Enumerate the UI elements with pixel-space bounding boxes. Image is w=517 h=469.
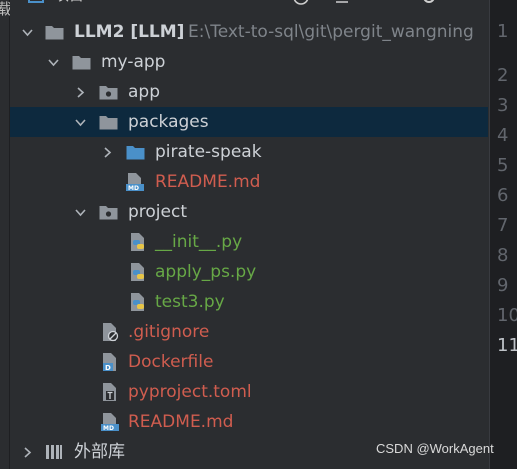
tree-row-my-app[interactable]: my-app <box>10 47 488 77</box>
tree-label-project: project <box>128 202 188 222</box>
line-number: 1 <box>497 21 509 42</box>
svg-text:MD: MD <box>128 185 139 192</box>
tree-label-readme: README.md <box>128 412 234 432</box>
module-folder-icon <box>98 77 118 107</box>
markdown-file-icon: MD <box>100 407 120 437</box>
chevron-right-icon[interactable] <box>19 437 35 467</box>
tree-label-test3: test3.py <box>155 292 225 312</box>
tree-row-packages[interactable]: packages <box>10 107 488 137</box>
folder-icon <box>98 107 118 137</box>
tree-row-test3[interactable]: test3.py <box>10 287 488 317</box>
tree-label-my-app: my-app <box>101 52 166 72</box>
package-folder-icon <box>125 137 145 167</box>
tree-row-apply-ps[interactable]: apply_ps.py <box>10 257 488 287</box>
tree-row-packages-readme[interactable]: MD README.md <box>10 167 488 197</box>
collapse-icon[interactable] <box>334 0 350 10</box>
line-number: 10 <box>497 305 517 326</box>
tree-row-dockerfile[interactable]: D Dockerfile <box>10 347 488 377</box>
project-icon[interactable] <box>28 0 44 10</box>
chevron-down-icon[interactable] <box>19 17 35 47</box>
line-number: 5 <box>497 155 509 176</box>
expand-icon[interactable] <box>372 0 388 10</box>
module-folder-icon <box>98 197 118 227</box>
tree-label-dockerfile: Dockerfile <box>128 352 214 372</box>
gear-icon[interactable] <box>420 0 438 12</box>
tree-row-project[interactable]: project <box>10 197 488 227</box>
line-number: 3 <box>497 95 509 116</box>
chevron-right-icon[interactable] <box>72 77 88 107</box>
tree-label-packages-readme: README.md <box>155 172 261 192</box>
line-number: 4 <box>497 125 509 146</box>
line-number: 6 <box>497 185 509 206</box>
editor-gutter: 1 2 3 4 5 6 7 8 9 10 11 <box>489 0 517 469</box>
line-number: 8 <box>497 245 509 266</box>
tree-row-gitignore[interactable]: .gitignore <box>10 317 488 347</box>
chevron-right-icon[interactable] <box>99 137 115 167</box>
toml-file-icon <box>100 377 120 407</box>
project-path: E:\Text-to-sql\git\pergit_wangning <box>188 22 474 42</box>
tree-row-root[interactable]: LLM2 [LLM] E:\Text-to-sql\git\pergit_wan… <box>10 17 488 47</box>
python-file-icon <box>128 257 148 287</box>
tree-label-app: app <box>128 82 160 102</box>
chevron-down-icon[interactable] <box>72 197 88 227</box>
svg-text:MD: MD <box>103 425 114 432</box>
line-number: 9 <box>497 275 509 296</box>
tree-label-pirate-speak: pirate-speak <box>155 142 262 162</box>
line-number: 7 <box>497 215 509 236</box>
dockerfile-icon: D <box>100 347 120 377</box>
folder-icon <box>71 47 91 77</box>
line-number: 2 <box>497 65 509 86</box>
tree-row-pirate-speak[interactable]: pirate-speak <box>10 137 488 167</box>
ide-window: 载 项目 <box>0 0 517 469</box>
markdown-file-icon: MD <box>125 167 145 197</box>
project-view-label[interactable]: 项目 <box>54 0 84 5</box>
gitignore-file-icon <box>100 317 120 347</box>
globe-icon[interactable] <box>292 0 310 12</box>
tree-label-root: LLM2 [LLM] <box>74 22 185 42</box>
chevron-down-icon[interactable] <box>114 0 126 8</box>
python-file-icon <box>128 287 148 317</box>
python-file-icon <box>128 227 148 257</box>
watermark: CSDN @WorkAgent <box>376 441 494 456</box>
svg-text:D: D <box>105 364 111 372</box>
tree-label-packages: packages <box>128 112 209 132</box>
left-tool-strip: 载 <box>0 0 12 469</box>
chevron-down-icon[interactable] <box>45 47 61 77</box>
tree-label-pyproject: pyproject.toml <box>128 382 252 402</box>
library-icon <box>44 437 64 467</box>
tree-row-readme[interactable]: MD README.md <box>10 407 488 437</box>
folder-icon <box>44 17 64 47</box>
tree-row-init-py[interactable]: __init__.py <box>10 227 488 257</box>
project-panel: 项目 LLM2 [LLM] <box>10 0 488 469</box>
tree-label-apply-ps: apply_ps.py <box>155 262 257 282</box>
line-number-current: 11 <box>497 335 517 356</box>
tree-label-init-py: __init__.py <box>155 232 243 252</box>
tree-label-gitignore: .gitignore <box>128 322 210 342</box>
tree-label-external-libraries: 外部库 <box>74 442 125 462</box>
tree-row-pyproject[interactable]: pyproject.toml <box>10 377 488 407</box>
chevron-down-icon[interactable] <box>72 107 88 137</box>
tree-row-app[interactable]: app <box>10 77 488 107</box>
project-toolbar: 项目 <box>10 0 488 8</box>
